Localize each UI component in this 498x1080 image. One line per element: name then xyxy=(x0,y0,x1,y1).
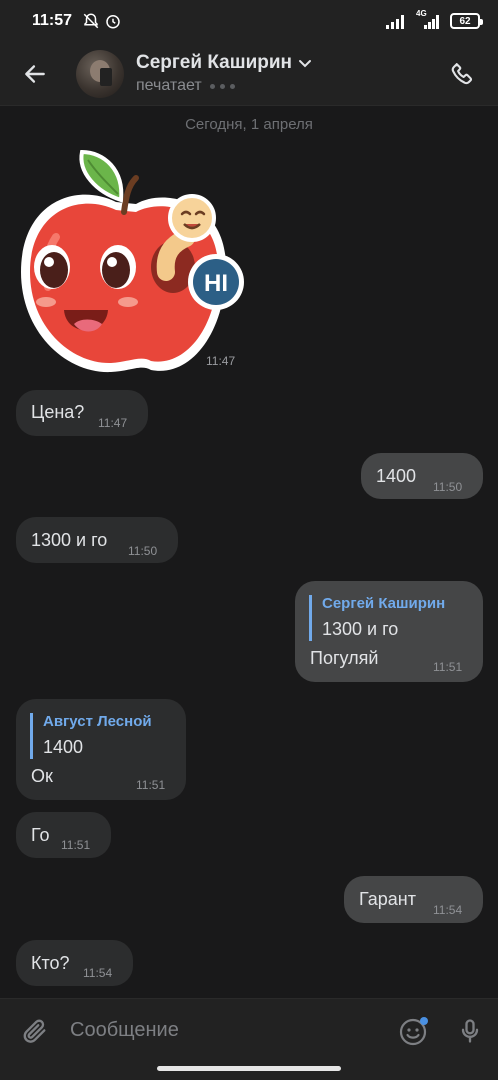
message-text: Гарант xyxy=(359,889,416,909)
alarm-icon xyxy=(106,15,120,29)
sticker-time: 11:47 xyxy=(206,354,236,368)
back-button[interactable] xyxy=(0,42,70,106)
message-time: 11:51 xyxy=(433,660,463,674)
sticker-text: HI xyxy=(204,270,228,297)
message-time: 11:50 xyxy=(128,544,158,558)
contact-name-text: Сергей Каширин xyxy=(136,52,293,73)
message-incoming[interactable]: Цена? 11:47 xyxy=(16,390,148,436)
message-input[interactable] xyxy=(70,1010,386,1051)
typing-status-text: печатает xyxy=(136,77,202,94)
message-time: 11:50 xyxy=(433,480,463,494)
message-text: Го xyxy=(31,825,50,845)
message-time: 11:54 xyxy=(83,966,113,980)
message-time: 11:51 xyxy=(136,778,166,792)
voice-message-button[interactable] xyxy=(442,999,498,1063)
home-indicator[interactable] xyxy=(157,1066,341,1071)
chevron-down-icon xyxy=(299,60,312,68)
system-nav-bar xyxy=(0,1062,498,1080)
phone-icon xyxy=(451,62,473,84)
reply-text: 1300 и го xyxy=(322,619,399,639)
message-time: 11:51 xyxy=(61,838,91,852)
avatar[interactable] xyxy=(76,49,124,98)
message-outgoing[interactable]: Гарант 11:54 xyxy=(344,876,483,923)
attach-button[interactable] xyxy=(0,999,70,1063)
arrow-left-icon xyxy=(25,64,45,83)
message-incoming-reply[interactable]: Август Лесной 1400 Ок 11:51 xyxy=(16,699,186,800)
signal-4g-icon: 4G xyxy=(416,9,442,29)
battery-icon: 62 xyxy=(450,13,483,29)
message-text: 1400 xyxy=(376,466,417,486)
chat-header: Сергей Каширин печатает xyxy=(0,42,498,106)
apple-sticker[interactable]: HI xyxy=(16,142,246,378)
status-bar: 11:57 4G 62 xyxy=(0,0,498,42)
call-button[interactable] xyxy=(428,42,498,106)
chat-title-block[interactable]: Сергей Каширин печатает xyxy=(136,52,312,95)
typing-status: печатает xyxy=(136,77,312,95)
reply-quote[interactable]: Сергей Каширин 1300 и го xyxy=(309,595,445,641)
message-composer xyxy=(0,998,498,1062)
date-separator: Сегодня, 1 апреля xyxy=(185,116,313,133)
message-outgoing[interactable]: 1400 11:50 xyxy=(361,453,483,499)
typing-dots-icon xyxy=(209,83,235,89)
message-text: Кто? xyxy=(31,953,70,973)
reply-quote[interactable]: Август Лесной 1400 xyxy=(30,713,152,759)
emoji-button[interactable] xyxy=(386,999,442,1063)
contact-name[interactable]: Сергей Каширин xyxy=(136,52,312,74)
message-text: Цена? xyxy=(31,402,85,422)
message-text: Погуляй xyxy=(310,648,379,668)
message-incoming[interactable]: 1300 и го 11:50 xyxy=(16,517,178,563)
status-time: 11:57 xyxy=(32,12,73,29)
microphone-icon xyxy=(461,1018,479,1043)
message-outgoing-reply[interactable]: Сергей Каширин 1300 и го Погуляй 11:51 xyxy=(295,581,483,682)
reply-text: 1400 xyxy=(43,737,84,757)
message-text: Ок xyxy=(31,766,53,786)
message-incoming[interactable]: Кто? 11:54 xyxy=(16,940,133,986)
message-incoming[interactable]: Го 11:51 xyxy=(16,812,111,858)
message-time: 11:54 xyxy=(433,903,463,917)
reply-author: Август Лесной xyxy=(43,713,152,730)
emoji-icon xyxy=(399,1016,428,1045)
battery-level: 62 xyxy=(459,15,471,27)
paperclip-icon xyxy=(23,1019,46,1043)
message-time: 11:47 xyxy=(98,416,128,430)
notifications-off-icon xyxy=(83,13,99,29)
signal-icon xyxy=(386,15,404,29)
message-text: 1300 и го xyxy=(31,530,108,550)
reply-author: Сергей Каширин xyxy=(322,595,446,612)
